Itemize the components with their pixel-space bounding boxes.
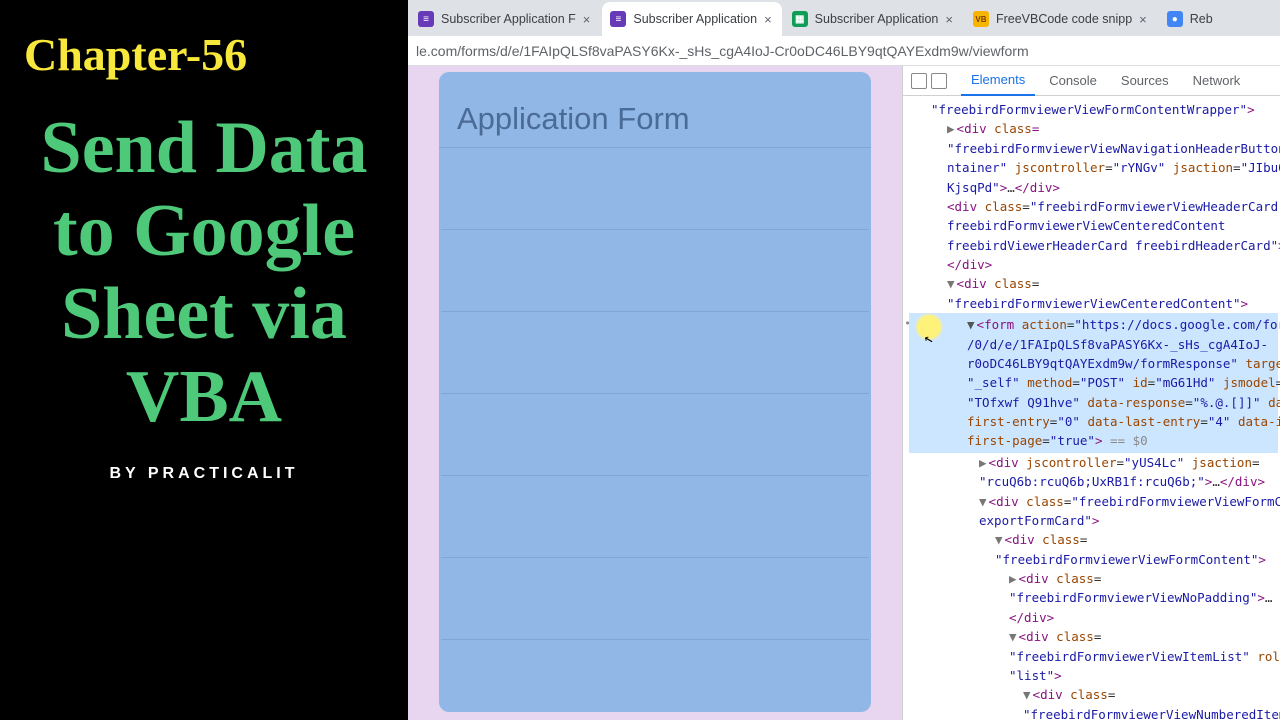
- form-field[interactable]: [441, 312, 869, 394]
- devtools-tab-console[interactable]: Console: [1039, 66, 1107, 96]
- form-field[interactable]: [441, 230, 869, 312]
- forms-icon: ≡: [418, 11, 434, 27]
- devtools-elements-tree[interactable]: "freebirdFormviewerViewFormContentWrappe…: [903, 96, 1280, 720]
- form-field[interactable]: [441, 558, 869, 640]
- browser-tab-1[interactable]: ≡ Subscriber Application F ×: [410, 2, 600, 36]
- byline: BY PRACTICALIT: [109, 465, 298, 483]
- browser-tab-4[interactable]: VB FreeVBCode code snipp ×: [965, 2, 1157, 36]
- sheets-icon: ▦: [792, 11, 808, 27]
- browser-window: ≡ Subscriber Application F × ≡ Subscribe…: [408, 0, 1280, 720]
- url-text: le.com/forms/d/e/1FAIpQLSf8vaPASY6Kx-_sH…: [416, 43, 1029, 59]
- chapter-label: Chapter-56: [24, 28, 247, 81]
- generic-icon: ●: [1167, 11, 1183, 27]
- form-field[interactable]: [441, 148, 869, 230]
- close-icon[interactable]: ×: [764, 12, 772, 27]
- google-form-card: Application Form: [439, 72, 871, 712]
- devtools-panel: Elements Console Sources Network "freebi…: [902, 66, 1280, 720]
- form-title: Application Form: [439, 90, 871, 148]
- inspect-icon[interactable]: [911, 73, 927, 89]
- tutorial-overlay: Chapter-56 Send Data to Google Sheet via…: [0, 0, 408, 720]
- browser-tab-3[interactable]: ▦ Subscriber Application ×: [784, 2, 963, 36]
- tutorial-title: Send Data to Google Sheet via VBA: [41, 107, 368, 439]
- selected-form-element[interactable]: ••• ↖ ▼<form action="https://docs.google…: [909, 313, 1278, 453]
- google-form-viewport: Application Form: [408, 66, 902, 720]
- browser-tabstrip: ≡ Subscriber Application F × ≡ Subscribe…: [408, 0, 1280, 36]
- close-icon[interactable]: ×: [945, 12, 953, 27]
- address-bar[interactable]: le.com/forms/d/e/1FAIpQLSf8vaPASY6Kx-_sH…: [408, 36, 1280, 66]
- devtools-tab-network[interactable]: Network: [1183, 66, 1251, 96]
- close-icon[interactable]: ×: [1139, 12, 1147, 27]
- devtools-tab-elements[interactable]: Elements: [961, 66, 1035, 96]
- form-field[interactable]: [441, 394, 869, 476]
- form-field[interactable]: [441, 476, 869, 558]
- forms-icon: ≡: [610, 11, 626, 27]
- close-icon[interactable]: ×: [583, 12, 591, 27]
- browser-tab-5[interactable]: ● Reb: [1159, 2, 1223, 36]
- devtools-tab-sources[interactable]: Sources: [1111, 66, 1179, 96]
- browser-tab-2[interactable]: ≡ Subscriber Application ×: [602, 2, 781, 36]
- devtools-tabbar: Elements Console Sources Network: [903, 66, 1280, 96]
- device-icon[interactable]: [931, 73, 947, 89]
- vb-icon: VB: [973, 11, 989, 27]
